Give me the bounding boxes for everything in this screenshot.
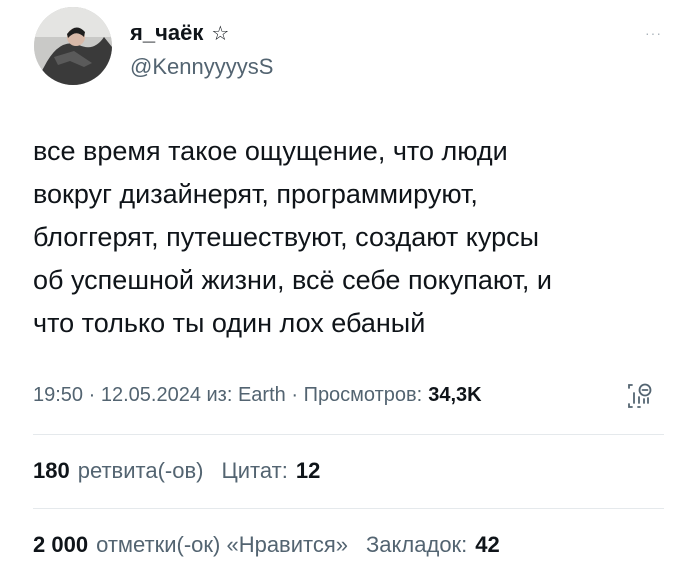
- tweet-source: из: Earth: [200, 384, 286, 406]
- star-icon: ☆: [211, 22, 230, 45]
- more-icon[interactable]: ···: [645, 25, 662, 41]
- meta-separator: ·: [285, 384, 304, 406]
- views-count: 34,3K: [428, 384, 482, 406]
- quotes-stat[interactable]: Цитат: 12: [221, 458, 320, 484]
- tweet-meta: 19:50 · 12.05.2024 из: Earth · Просмотро…: [33, 384, 482, 407]
- retweets-count: 180: [33, 458, 70, 483]
- bookmarks-count: 42: [475, 532, 500, 557]
- author-handle[interactable]: @KennyyyysS: [130, 54, 273, 80]
- quotes-count: 12: [295, 458, 321, 483]
- likes-label: отметки(-ок) «Нравится»: [96, 532, 349, 557]
- divider: [33, 434, 664, 435]
- likes-count: 2 000: [33, 532, 89, 557]
- stats-row-retweets: 180 ретвита(-ов) Цитат: 12: [33, 458, 338, 484]
- author-display-name[interactable]: я_чаёк: [130, 20, 203, 46]
- avatar[interactable]: [34, 7, 112, 85]
- tweet-time[interactable]: 19:50: [33, 384, 83, 407]
- retweets-stat[interactable]: 180 ретвита(-ов): [33, 458, 203, 484]
- author-name-row[interactable]: я_чаёк ☆: [130, 20, 229, 46]
- divider: [33, 508, 664, 509]
- retweets-label: ретвита(-ов): [77, 458, 204, 483]
- avatar-photo: [34, 7, 112, 85]
- views-label: Просмотров:: [303, 384, 423, 406]
- tweet-text: все время такое ощущение, что люди вокру…: [33, 136, 552, 338]
- likes-stat[interactable]: 2 000 отметки(-ок) «Нравится»: [33, 532, 348, 558]
- quotes-label: Цитат:: [221, 458, 288, 483]
- bookmarks-label: Закладок:: [366, 532, 468, 557]
- analytics-icon[interactable]: [626, 382, 654, 410]
- stats-row-likes: 2 000 отметки(-ок) «Нравится» Закладок: …: [33, 532, 518, 558]
- meta-separator: ·: [83, 384, 101, 406]
- tweet-date[interactable]: 12.05.2024: [101, 384, 201, 407]
- bookmarks-stat[interactable]: Закладок: 42: [366, 532, 500, 558]
